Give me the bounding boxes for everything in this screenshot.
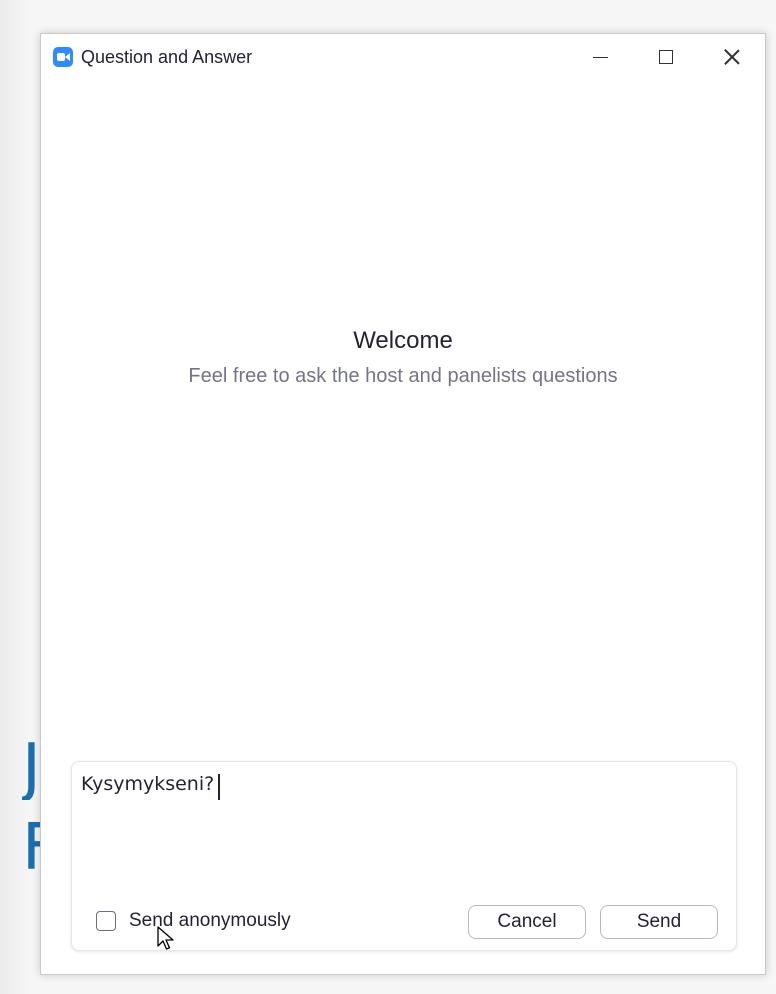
- qa-window: Question and Answer Welcome Feel free to…: [40, 33, 766, 975]
- welcome-title: Welcome: [353, 327, 453, 354]
- minimize-button[interactable]: [567, 34, 633, 80]
- send-anonymously-label: Send anonymously: [129, 910, 291, 931]
- window-controls: [567, 34, 765, 80]
- send-button[interactable]: Send: [600, 905, 718, 939]
- title-bar[interactable]: Question and Answer: [41, 34, 765, 80]
- text-caret: [218, 774, 220, 800]
- zoom-camera-icon: [53, 47, 73, 67]
- welcome-subtitle: Feel free to ask the host and panelists …: [188, 365, 618, 387]
- close-button[interactable]: [699, 34, 765, 80]
- mouse-pointer-icon: [157, 926, 174, 950]
- welcome-message: Welcome Feel free to ask the host and pa…: [41, 324, 765, 390]
- minimize-icon: [592, 56, 608, 58]
- background-fragment: F: [22, 816, 42, 880]
- send-anonymously-option[interactable]: Send anonymously: [96, 910, 291, 932]
- maximize-icon: [659, 50, 673, 64]
- window-title: Question and Answer: [81, 46, 253, 67]
- send-anonymously-checkbox[interactable]: [96, 911, 116, 931]
- question-composer: Kysymykseni? Send anonymously Cancel Sen…: [71, 761, 737, 951]
- question-input[interactable]: Kysymykseni?: [81, 773, 721, 873]
- close-icon: [724, 49, 740, 65]
- maximize-button[interactable]: [633, 34, 699, 80]
- cancel-button[interactable]: Cancel: [468, 905, 586, 939]
- background-fragment: J: [22, 736, 41, 800]
